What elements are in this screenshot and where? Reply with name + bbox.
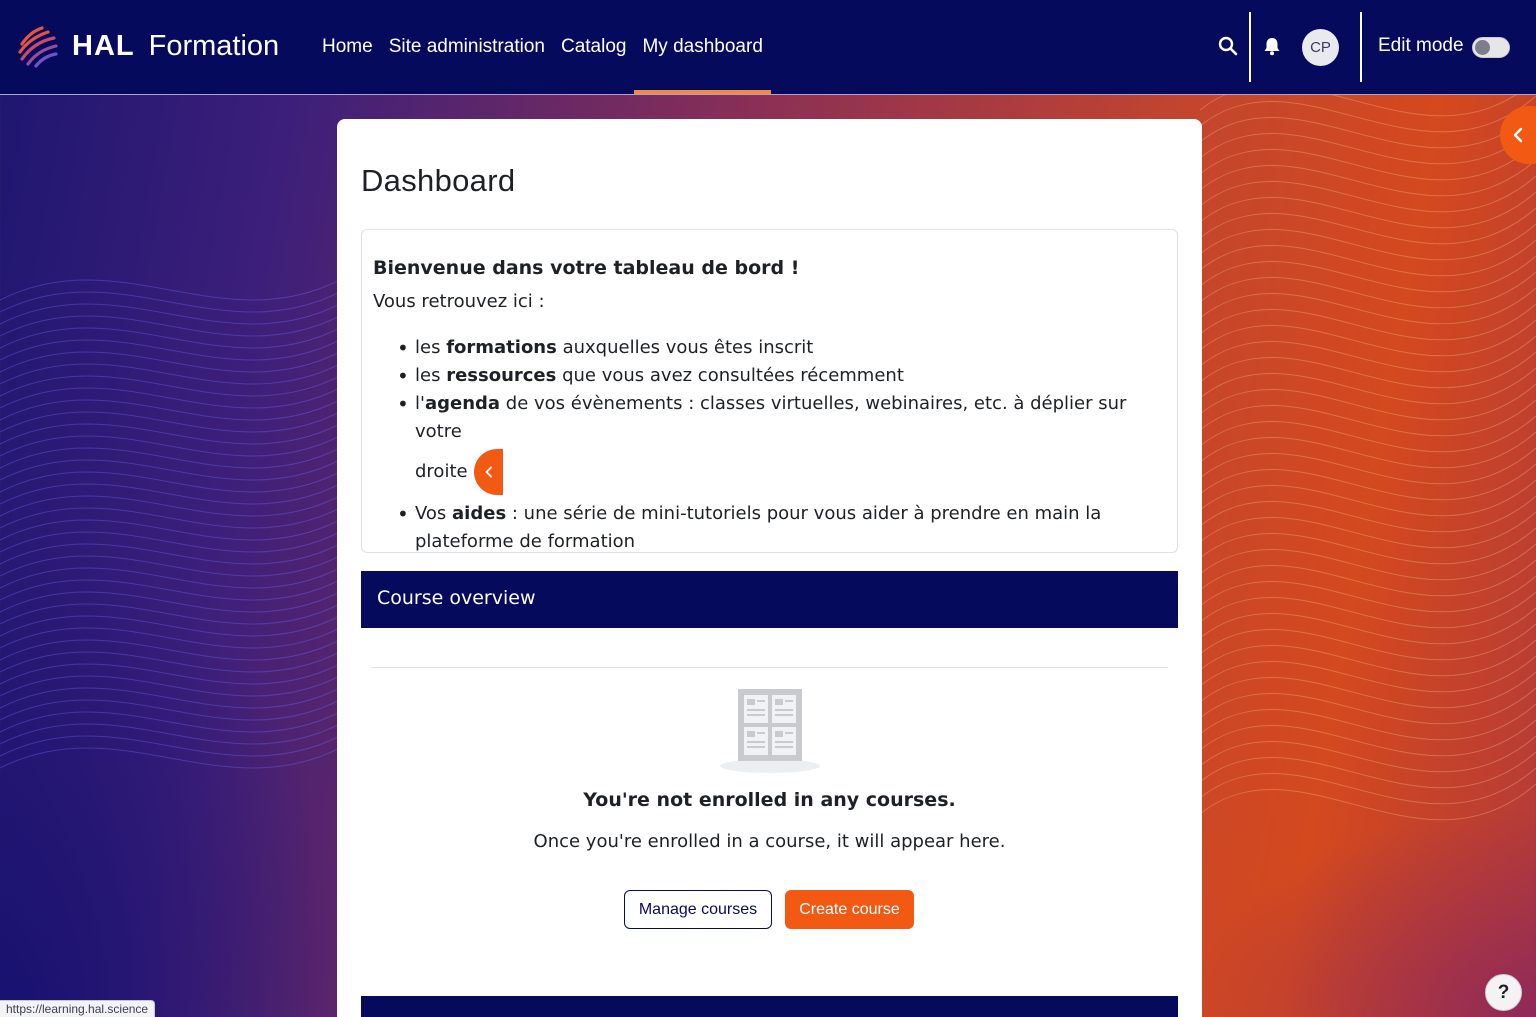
notifications-button[interactable] [1259,33,1285,59]
create-course-button[interactable]: Create course [785,890,914,929]
help-button[interactable]: ? [1485,974,1522,1011]
user-avatar[interactable]: CP [1302,29,1339,66]
edit-mode-toggle[interactable] [1472,37,1510,58]
nav-my-dashboard[interactable]: My dashboard [634,0,772,94]
list-item: l'agenda de vos évènements : classes vir… [373,390,1163,498]
toggle-knob [1475,40,1490,55]
list-item: les formations auxquelles vous êtes insc… [373,334,1163,362]
inline-drawer-icon [473,449,503,495]
manage-courses-button[interactable]: Manage courses [624,890,772,929]
brand-name: HAL [72,29,135,62]
status-bar-url: https://learning.hal.science [0,1000,156,1017]
brand-subtitle: Formation [148,29,280,62]
next-block-header [361,996,1178,1017]
brand[interactable]: HAL Formation [16,24,279,68]
list-item: les ressources que vous avez consultées … [373,362,1163,390]
empty-state-title: You're not enrolled in any courses. [583,789,956,811]
page-title: Dashboard [361,163,516,198]
chevron-left-icon [1513,127,1523,143]
nav-home[interactable]: Home [322,0,381,94]
course-overview-title: Course overview [377,587,536,609]
primary-navigation: Home Site administration Catalog My dash… [322,0,772,94]
courses-empty-icon [720,689,820,773]
search-icon [1218,36,1238,56]
welcome-block: Bienvenue dans votre tableau de bord ! V… [361,229,1178,553]
chevron-left-icon [485,466,492,478]
search-button[interactable] [1215,33,1241,59]
welcome-subtitle: Vous retrouvez ici : [373,291,545,312]
navbar-divider [1249,12,1251,82]
nav-site-administration[interactable]: Site administration [381,0,553,94]
divider [371,667,1168,668]
empty-state-subtitle: Once you're enrolled in a course, it wil… [533,831,1006,852]
top-navbar: HAL Formation Home Site administration C… [0,0,1536,95]
welcome-list: les formations auxquelles vous êtes insc… [373,334,1163,556]
welcome-title: Bienvenue dans votre tableau de bord ! [373,257,800,279]
bell-icon [1264,38,1280,56]
course-overview-header: Course overview [361,571,1178,628]
hal-logo-icon [18,26,58,68]
navbar-divider [1360,12,1362,82]
dashboard-card: Dashboard Bienvenue dans votre tableau d… [337,119,1202,1017]
nav-catalog[interactable]: Catalog [553,0,635,94]
edit-mode-label: Edit mode [1378,35,1464,56]
list-item: Vos aides : une série de mini-tutoriels … [373,500,1163,556]
